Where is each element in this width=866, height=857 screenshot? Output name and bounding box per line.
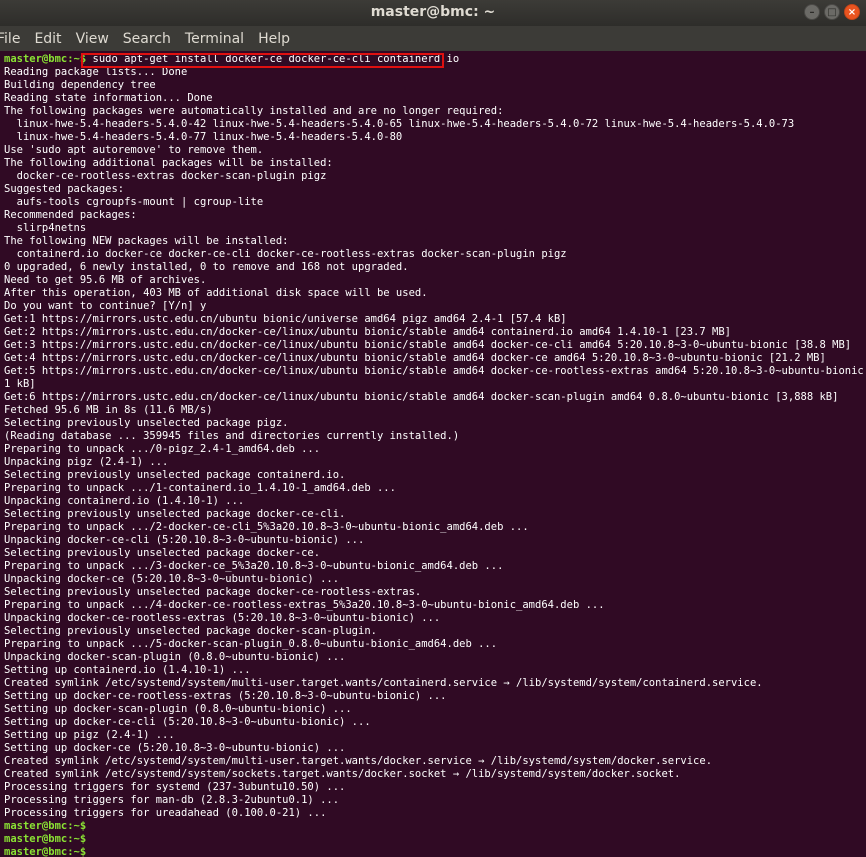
prompt-line: master@bmc:~$ bbox=[4, 833, 866, 846]
output-line: Reading state information... Done bbox=[4, 92, 213, 104]
menu-view[interactable]: View bbox=[69, 31, 116, 47]
output-line: Unpacking docker-scan-plugin (0.8.0~ubun… bbox=[4, 651, 346, 663]
output-line: The following packages were automaticall… bbox=[4, 105, 504, 117]
maximize-icon: □ bbox=[827, 6, 837, 18]
output-line: Get:6 https://mirrors.ustc.edu.cn/docker… bbox=[4, 391, 839, 403]
output-line: Created symlink /etc/systemd/system/mult… bbox=[4, 755, 713, 767]
output-line: Unpacking pigz (2.4-1) ... bbox=[4, 456, 169, 468]
prompt: master@bmc:~$ bbox=[4, 833, 87, 845]
menu-search[interactable]: Search bbox=[116, 31, 178, 47]
output-line: Preparing to unpack .../1-containerd.io_… bbox=[4, 482, 396, 494]
output-line: Setting up containerd.io (1.4.10-1) ... bbox=[4, 664, 251, 676]
output-line: Need to get 95.6 MB of archives. bbox=[4, 274, 207, 286]
output-line: The following NEW packages will be insta… bbox=[4, 235, 289, 247]
output-line: Recommended packages: bbox=[4, 209, 137, 221]
output-line: Preparing to unpack .../3-docker-ce_5%3a… bbox=[4, 560, 504, 572]
output-line: aufs-tools cgroupfs-mount | cgroup-lite bbox=[4, 196, 264, 208]
output-line: Created symlink /etc/systemd/system/sock… bbox=[4, 768, 681, 780]
output-line: Preparing to unpack .../0-pigz_2.4-1_amd… bbox=[4, 443, 321, 455]
command-highlight-box bbox=[81, 53, 444, 68]
output-line: Do you want to continue? [Y/n] y bbox=[4, 300, 207, 312]
menu-terminal[interactable]: Terminal bbox=[178, 31, 251, 47]
output-line: Selecting previously unselected package … bbox=[4, 417, 289, 429]
output-line: Get:3 https://mirrors.ustc.edu.cn/docker… bbox=[4, 339, 852, 351]
output-lines: Reading package lists... Done Building de… bbox=[4, 66, 866, 820]
output-line: Fetched 95.6 MB in 8s (11.6 MB/s) bbox=[4, 404, 213, 416]
output-line: Preparing to unpack .../5-docker-scan-pl… bbox=[4, 638, 498, 650]
output-line: Created symlink /etc/systemd/system/mult… bbox=[4, 677, 763, 689]
output-line: 0 upgraded, 6 newly installed, 0 to remo… bbox=[4, 261, 409, 273]
output-line: Building dependency tree bbox=[4, 79, 156, 91]
trailing-prompts: master@bmc:~$ master@bmc:~$ master@bmc:~$ bbox=[4, 820, 866, 857]
menu-help[interactable]: Help bbox=[251, 31, 297, 47]
output-line: linux-hwe-5.4-headers-5.4.0-42 linux-hwe… bbox=[4, 118, 795, 130]
output-line: Unpacking docker-ce (5:20.10.8~3-0~ubunt… bbox=[4, 573, 340, 585]
output-line: 1 kB] bbox=[4, 378, 36, 390]
output-line: Processing triggers for man-db (2.8.3-2u… bbox=[4, 794, 340, 806]
output-line: Get:5 https://mirrors.ustc.edu.cn/docker… bbox=[4, 365, 866, 377]
menu-bar: File Edit View Search Terminal Help bbox=[0, 26, 866, 51]
menu-file[interactable]: File bbox=[0, 31, 27, 47]
menu-edit[interactable]: Edit bbox=[27, 31, 68, 47]
output-line: Selecting previously unselected package … bbox=[4, 508, 346, 520]
close-button[interactable]: × bbox=[844, 4, 860, 20]
output-line: Unpacking docker-ce-cli (5:20.10.8~3-0~u… bbox=[4, 534, 365, 546]
output-line: Suggested packages: bbox=[4, 183, 125, 195]
output-line: Processing triggers for ureadahead (0.10… bbox=[4, 807, 327, 819]
output-line: Selecting previously unselected package … bbox=[4, 586, 422, 598]
output-line: docker-ce-rootless-extras docker-scan-pl… bbox=[4, 170, 327, 182]
output-line: Selecting previously unselected package … bbox=[4, 547, 321, 559]
terminal-output[interactable]: master@bmc:~$ sudo apt-get install docke… bbox=[0, 52, 866, 857]
output-line: (Reading database ... 359945 files and d… bbox=[4, 430, 460, 442]
output-line: Preparing to unpack .../4-docker-ce-root… bbox=[4, 599, 605, 611]
output-line: Setting up pigz (2.4-1) ... bbox=[4, 729, 175, 741]
prompt: master@bmc:~$ bbox=[4, 846, 87, 857]
close-icon: × bbox=[847, 6, 857, 18]
prompt-line: master@bmc:~$ bbox=[4, 846, 866, 857]
output-line: Processing triggers for systemd (237-3ub… bbox=[4, 781, 346, 793]
prompt: master@bmc:~$ bbox=[4, 53, 87, 65]
minimize-button[interactable]: – bbox=[804, 4, 820, 20]
output-line: Get:4 https://mirrors.ustc.edu.cn/docker… bbox=[4, 352, 826, 364]
output-line: Setting up docker-ce-rootless-extras (5:… bbox=[4, 690, 447, 702]
prompt-line: master@bmc:~$ bbox=[4, 820, 866, 833]
output-line: Preparing to unpack .../2-docker-ce-cli_… bbox=[4, 521, 529, 533]
output-line: Get:1 https://mirrors.ustc.edu.cn/ubuntu… bbox=[4, 313, 567, 325]
output-line: Setting up docker-ce (5:20.10.8~3-0~ubun… bbox=[4, 742, 346, 754]
window-controls: – □ × bbox=[804, 4, 860, 20]
output-line: The following additional packages will b… bbox=[4, 157, 333, 169]
output-line: Unpacking containerd.io (1.4.10-1) ... bbox=[4, 495, 245, 507]
window-titlebar[interactable]: master@bmc: ~ – □ × bbox=[0, 0, 866, 26]
output-line: containerd.io docker-ce docker-ce-cli do… bbox=[4, 248, 567, 260]
prompt: master@bmc:~$ bbox=[4, 820, 87, 832]
output-line: linux-hwe-5.4-headers-5.4.0-77 linux-hwe… bbox=[4, 131, 403, 143]
output-line: Get:2 https://mirrors.ustc.edu.cn/docker… bbox=[4, 326, 731, 338]
output-line: Selecting previously unselected package … bbox=[4, 469, 346, 481]
output-line: After this operation, 403 MB of addition… bbox=[4, 287, 428, 299]
minimize-icon: – bbox=[809, 6, 815, 18]
output-line: Unpacking docker-ce-rootless-extras (5:2… bbox=[4, 612, 441, 624]
window-title: master@bmc: ~ bbox=[370, 4, 496, 20]
output-line: Setting up docker-ce-cli (5:20.10.8~3-0~… bbox=[4, 716, 371, 728]
output-line: Setting up docker-scan-plugin (0.8.0~ubu… bbox=[4, 703, 352, 715]
output-line: Use 'sudo apt autoremove' to remove them… bbox=[4, 144, 264, 156]
output-line: slirp4netns bbox=[4, 222, 87, 234]
output-line: Selecting previously unselected package … bbox=[4, 625, 377, 637]
maximize-button[interactable]: □ bbox=[824, 4, 840, 20]
